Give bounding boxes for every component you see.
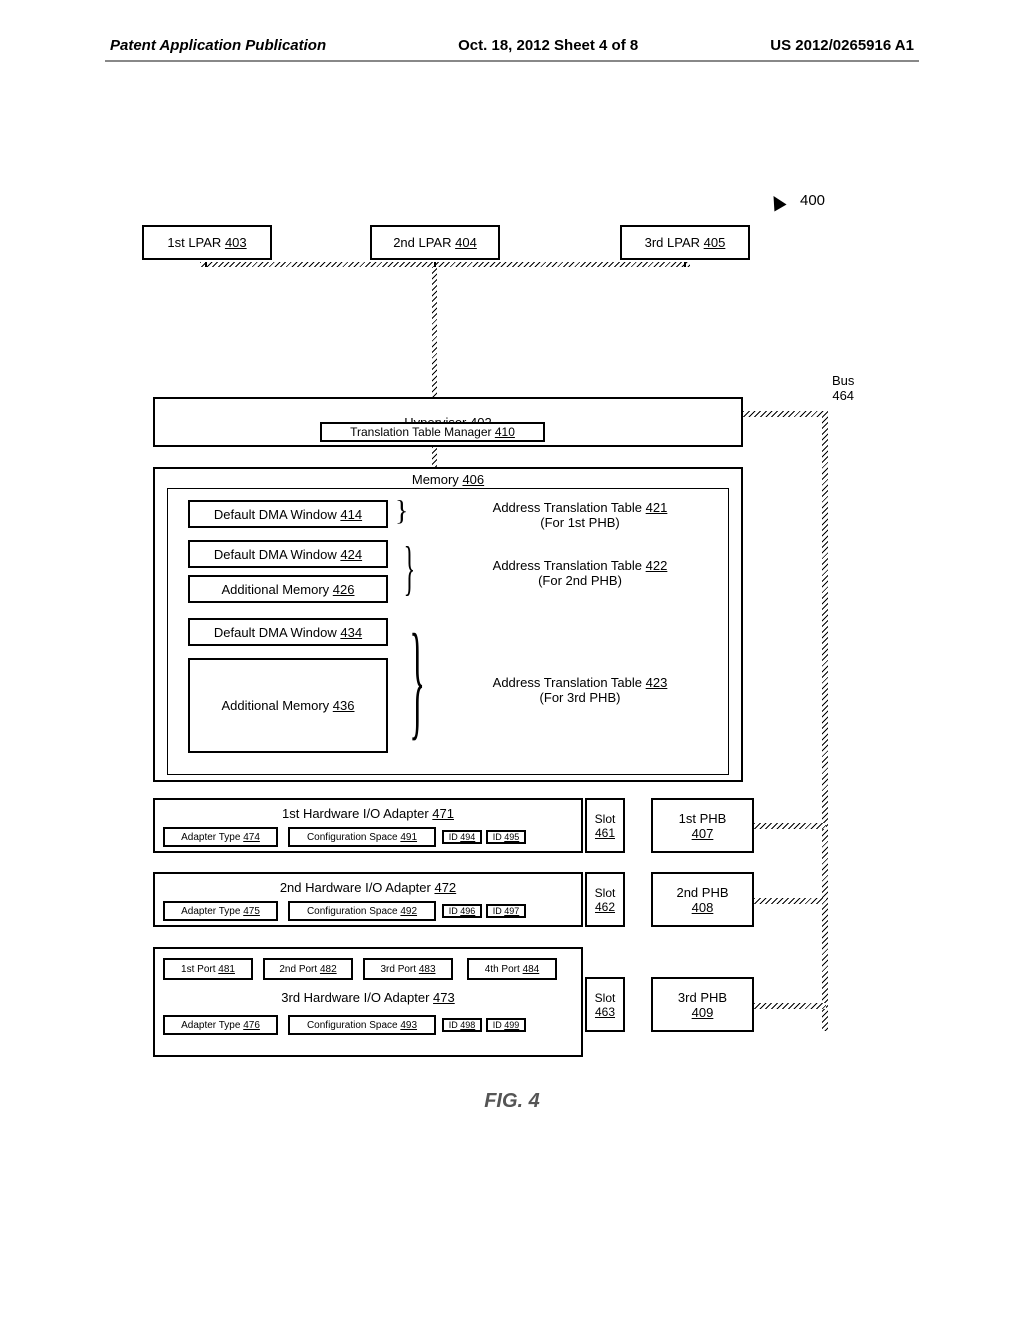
phb-407: 1st PHB407 (651, 798, 754, 853)
bus-to-phb1 (754, 823, 826, 829)
additional-memory-436: Additional Memory 436 (188, 658, 388, 753)
figure-caption: FIG. 4 (0, 1090, 1024, 1113)
att-421-label: Address Translation Table 421 (For 1st P… (450, 500, 710, 530)
att-423-label: Address Translation Table 423 (For 3rd P… (450, 675, 710, 705)
adapter-type-476: Adapter Type 476 (163, 1015, 278, 1035)
connector-line (205, 262, 207, 267)
lpar-connector-bar (200, 262, 690, 267)
id-494: ID 494 (442, 830, 482, 844)
dma-window-434: Default DMA Window 434 (188, 618, 388, 646)
id-498: ID 498 (442, 1018, 482, 1032)
brace-icon: } (409, 615, 425, 745)
header-divider (105, 60, 919, 62)
phb-408: 2nd PHB408 (651, 872, 754, 927)
hypervisor-memory-connector (432, 447, 437, 467)
reference-arrow-icon (767, 192, 786, 211)
additional-memory-426: Additional Memory 426 (188, 575, 388, 603)
config-space-491: Configuration Space 491 (288, 827, 436, 847)
adapter-type-475: Adapter Type 475 (163, 901, 278, 921)
config-space-493: Configuration Space 493 (288, 1015, 436, 1035)
publication-label: Patent Application Publication (110, 37, 326, 54)
port-481: 1st Port 481 (163, 958, 253, 980)
brace-icon: } (404, 538, 416, 598)
bus-label: Bus 464 (832, 373, 854, 403)
connector-line (684, 262, 686, 267)
port-484: 4th Port 484 (467, 958, 557, 980)
slot-463: Slot463 (585, 977, 625, 1032)
bus-to-phb3 (754, 1003, 826, 1009)
port-482: 2nd Port 482 (263, 958, 353, 980)
dma-window-414: Default DMA Window 414 (188, 500, 388, 528)
att-422-label: Address Translation Table 422 (For 2nd P… (450, 558, 710, 588)
translation-table-manager-box: Translation Table Manager 410 (320, 422, 545, 442)
brace-icon: } (395, 498, 408, 526)
port-483: 3rd Port 483 (363, 958, 453, 980)
lpar-hypervisor-connector (432, 267, 437, 397)
slot-462: Slot462 (585, 872, 625, 927)
patent-number-label: US 2012/0265916 A1 (770, 37, 914, 54)
id-495: ID 495 (486, 830, 526, 844)
bus-to-phb2 (754, 898, 826, 904)
date-sheet-label: Oct. 18, 2012 Sheet 4 of 8 (458, 37, 638, 54)
bus-to-hypervisor (743, 411, 827, 417)
page-header: Patent Application Publication Oct. 18, … (0, 37, 1024, 54)
id-497: ID 497 (486, 904, 526, 918)
phb-409: 3rd PHB409 (651, 977, 754, 1032)
id-496: ID 496 (442, 904, 482, 918)
reference-number-400: 400 (800, 192, 825, 209)
id-499: ID 499 (486, 1018, 526, 1032)
lpar-1-box: 1st LPAR 403 (142, 225, 272, 260)
adapter-type-474: Adapter Type 474 (163, 827, 278, 847)
lpar-3-box: 3rd LPAR 405 (620, 225, 750, 260)
adapter-3-title: 3rd Hardware I/O Adapter 473 (153, 990, 583, 1005)
config-space-492: Configuration Space 492 (288, 901, 436, 921)
bus-vertical (822, 411, 828, 1031)
slot-461: Slot461 (585, 798, 625, 853)
lpar-2-box: 2nd LPAR 404 (370, 225, 500, 260)
dma-window-424: Default DMA Window 424 (188, 540, 388, 568)
